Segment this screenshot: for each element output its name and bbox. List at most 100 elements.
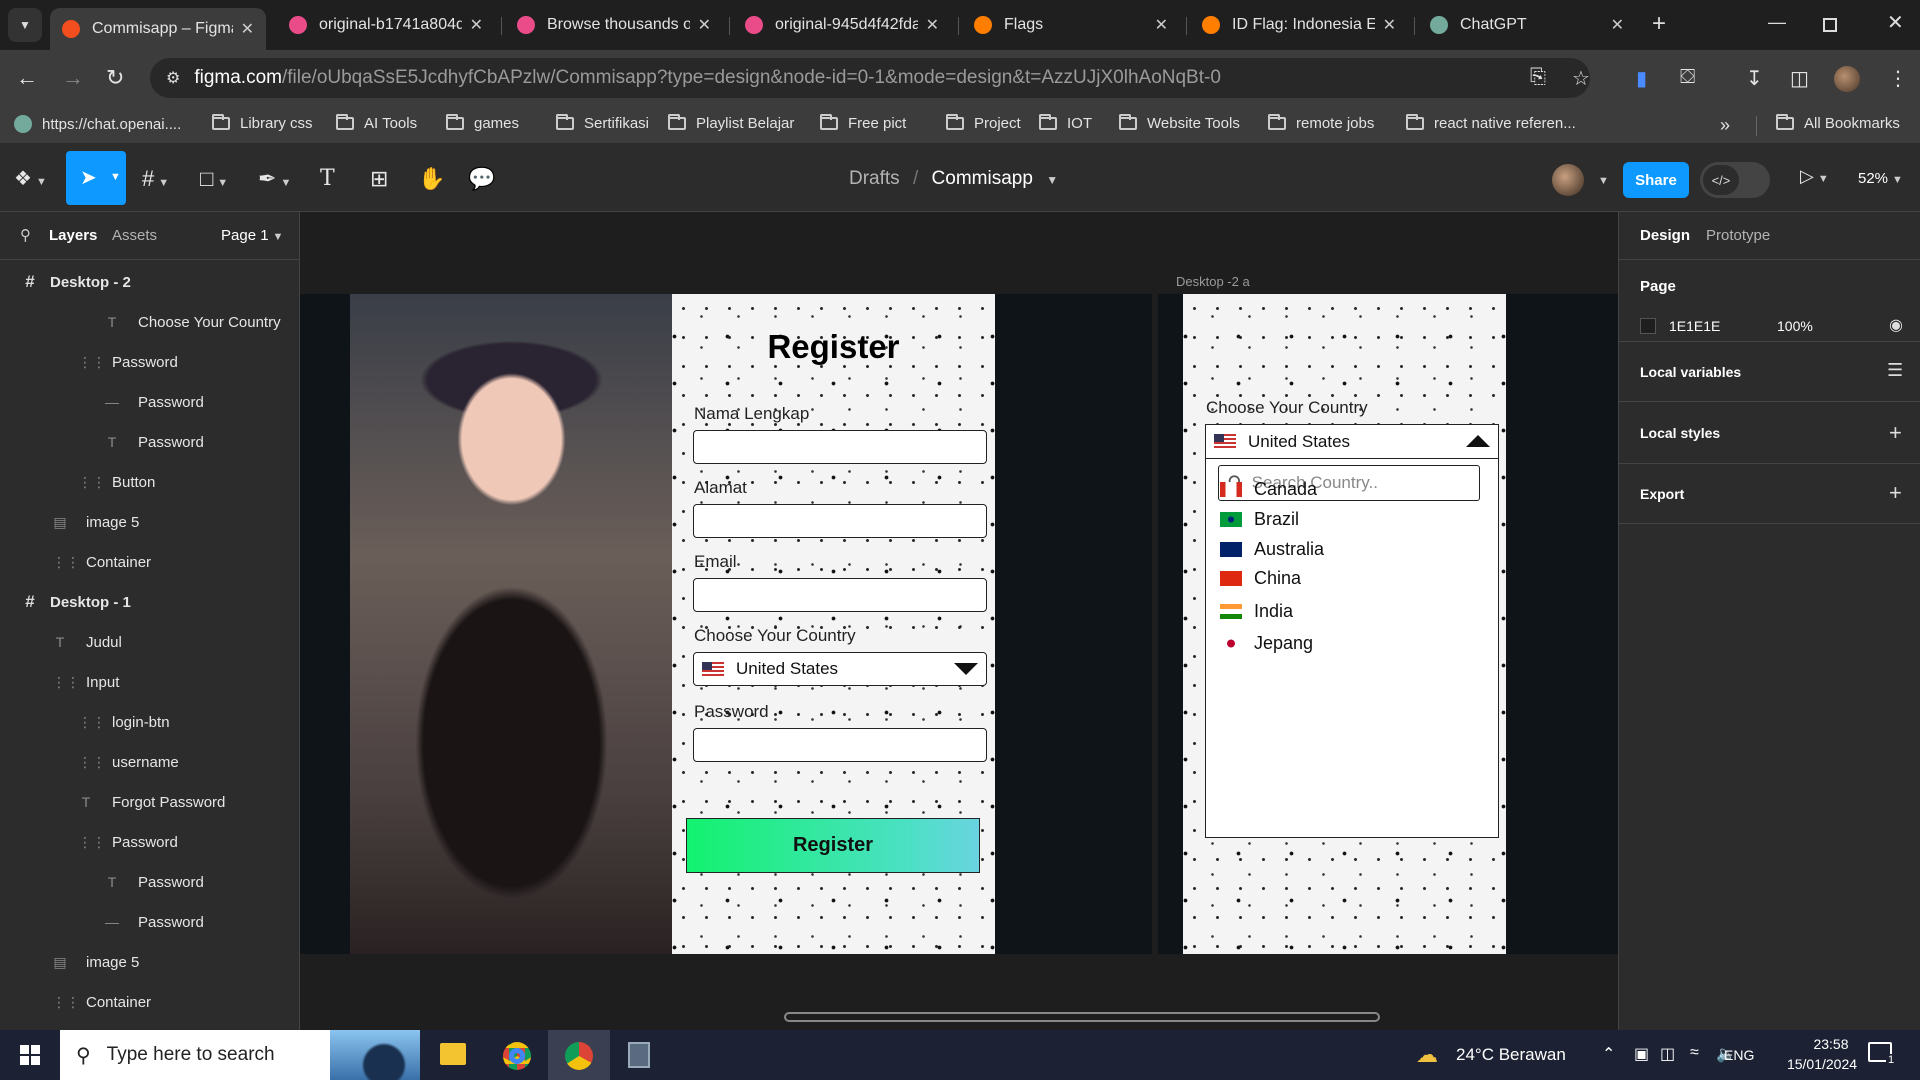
browser-tab[interactable]: Browse thousands of ✕ <box>505 8 723 42</box>
resources-icon[interactable]: ⊞ <box>370 166 388 192</box>
site-settings-icon[interactable]: ⚙ <box>166 68 180 88</box>
tab-layers[interactable]: Layers <box>49 227 97 244</box>
bookmark-item[interactable]: IOT <box>1039 114 1092 132</box>
clipboard-icon[interactable]: ⎘ <box>1530 66 1546 89</box>
layer-item[interactable]: # Desktop - 1 <box>22 582 131 622</box>
tab-search-button[interactable]: ▼ <box>8 8 42 42</box>
variables-settings-icon[interactable]: ☰ <box>1887 360 1903 381</box>
bookmark-item[interactable]: games <box>446 114 519 132</box>
bookmark-item[interactable]: Free pict <box>820 114 906 132</box>
country-option[interactable]: Australia <box>1220 539 1324 560</box>
zoom-level[interactable]: 52% ▼ <box>1858 170 1903 187</box>
page-color-hex[interactable]: 1E1E1E <box>1669 318 1720 334</box>
tab-close-icon[interactable]: ✕ <box>1155 15 1168 35</box>
layer-item[interactable]: ⋮⋮ Container <box>52 542 151 582</box>
layer-item[interactable]: T Forgot Password <box>78 782 226 822</box>
extensions-puzzle-icon[interactable]: ⛋ <box>1680 66 1695 89</box>
image-anime-character[interactable] <box>350 294 673 954</box>
layer-item[interactable]: ⋮⋮ Password <box>78 342 178 382</box>
layer-item[interactable]: ▤ image 5 <box>52 942 139 982</box>
figma-main-menu-icon[interactable]: ❖ ▼ <box>14 166 47 191</box>
clock-date[interactable]: 15/01/2024 <box>1770 1056 1874 1072</box>
side-panel-icon[interactable]: ◫ <box>1790 66 1809 91</box>
avatar-chevron-icon[interactable]: ▼ <box>1598 175 1609 187</box>
bookmark-item[interactable]: Sertifikasi <box>556 114 649 132</box>
browser-tab[interactable]: original-b1741a804d ✕ <box>277 8 495 42</box>
country-dropdown[interactable]: United States ⚲ Search Country.. CanadaB… <box>1205 424 1499 838</box>
bookmark-item[interactable]: Library css <box>212 114 313 132</box>
breadcrumb-drafts[interactable]: Drafts <box>849 168 900 189</box>
layer-item[interactable]: T Password <box>104 422 204 462</box>
tab-close-icon[interactable]: ✕ <box>926 15 939 35</box>
browser-tab[interactable]: ChatGPT ✕ <box>1418 8 1636 42</box>
close-window-icon[interactable]: ✕ <box>1887 10 1904 35</box>
language-indicator[interactable]: ENG <box>1724 1047 1754 1063</box>
all-bookmarks[interactable]: All Bookmarks <box>1776 114 1900 132</box>
browser-tab[interactable]: Flags ✕ <box>962 8 1180 42</box>
browser-tab[interactable]: original-945d4f42fda ✕ <box>733 8 951 42</box>
add-style-icon[interactable]: + <box>1889 420 1902 446</box>
user-avatar[interactable] <box>1552 164 1584 196</box>
bookmarks-overflow-icon[interactable]: » <box>1720 115 1730 136</box>
new-tab-button[interactable]: + <box>1652 10 1666 38</box>
tab-close-icon[interactable]: ✕ <box>698 15 711 35</box>
bookmark-item[interactable]: Project <box>946 114 1021 132</box>
tab-close-icon[interactable]: ✕ <box>1611 15 1624 35</box>
bookmark-item[interactable]: Playlist Belajar <box>668 114 794 132</box>
layer-item[interactable]: — Password <box>104 382 204 422</box>
chrome-icon[interactable] <box>503 1042 531 1070</box>
input-email[interactable] <box>693 578 987 612</box>
move-tool-button[interactable]: ➤ ▼ <box>66 151 126 205</box>
page-color-swatch[interactable] <box>1640 318 1656 334</box>
bookmark-item[interactable]: AI Tools <box>336 114 417 132</box>
shape-tool-icon[interactable]: □ ▼ <box>200 166 228 192</box>
layer-item[interactable]: ⋮⋮ Input <box>52 662 119 702</box>
tab-prototype[interactable]: Prototype <box>1706 227 1770 244</box>
bookmark-item[interactable]: https://chat.openai.... <box>14 115 181 133</box>
text-tool-icon[interactable]: T <box>320 166 335 191</box>
input-alamat[interactable] <box>693 504 987 538</box>
frame-tool-icon[interactable]: # ▼ <box>142 166 169 192</box>
clock-time[interactable]: 23:58 <box>1790 1036 1872 1052</box>
add-export-icon[interactable]: + <box>1889 480 1902 506</box>
tab-assets[interactable]: Assets <box>112 227 157 244</box>
country-option[interactable]: China <box>1220 568 1301 589</box>
layer-item[interactable]: T Judul <box>52 622 122 662</box>
bookmark-star-icon[interactable]: ☆ <box>1572 66 1590 91</box>
present-icon[interactable]: ▷ ▼ <box>1800 166 1829 187</box>
layer-item[interactable]: ⋮⋮ username <box>78 742 179 782</box>
download-icon[interactable]: ↧ <box>1746 66 1763 91</box>
browser-tab[interactable]: Commisapp – Figma ✕ <box>50 8 266 50</box>
eye-icon[interactable]: ◉ <box>1889 315 1903 335</box>
chrome-menu-icon[interactable]: ⋮ <box>1888 66 1908 91</box>
bookmark-item[interactable]: remote jobs <box>1268 114 1374 132</box>
layer-item[interactable]: ▤ image 5 <box>52 502 139 542</box>
chevron-down-icon[interactable]: ▼ <box>1046 173 1058 187</box>
page-selector[interactable]: Page 1 ▼ <box>221 227 283 244</box>
tab-design[interactable]: Design <box>1640 227 1690 244</box>
layer-item[interactable]: T Choose Your Country <box>104 302 281 342</box>
frame-desktop-2a[interactable]: Choose Your Country United States ⚲ Sear… <box>1183 294 1506 954</box>
pen-tool-icon[interactable]: ✒ ▼ <box>258 166 291 192</box>
select-country[interactable]: United States <box>693 652 987 686</box>
file-name[interactable]: Commisapp <box>932 168 1033 189</box>
windows-start-icon[interactable] <box>20 1045 40 1065</box>
country-option[interactable]: Canada <box>1220 479 1317 500</box>
extension-blue-icon[interactable]: ▮ <box>1636 66 1647 91</box>
register-form-container[interactable]: Register Nama Lengkap Alamat Email Choos… <box>672 294 995 954</box>
weather-text[interactable]: 24°C Berawan <box>1456 1045 1566 1065</box>
chrome-active-icon[interactable] <box>548 1030 610 1080</box>
forward-icon[interactable]: → <box>62 65 84 91</box>
url-bar[interactable]: ⚙ figma.com/file/oUbqaSsE5JcdhyfCbAPzlw/… <box>150 58 1590 98</box>
input-nama-lengkap[interactable] <box>693 430 987 464</box>
dev-mode-toggle[interactable]: </> <box>1700 162 1770 198</box>
profile-avatar[interactable] <box>1834 66 1860 92</box>
restore-icon[interactable] <box>1823 18 1837 32</box>
tray-chevron-icon[interactable]: ⌃ <box>1602 1044 1615 1064</box>
back-icon[interactable]: ← <box>16 65 38 91</box>
canvas-scrollbar[interactable] <box>784 1012 1380 1022</box>
register-button[interactable]: Register <box>686 818 980 873</box>
bookmark-item[interactable]: Website Tools <box>1119 114 1240 132</box>
minimize-icon[interactable]: — <box>1768 12 1786 33</box>
taskbar-search-box[interactable]: ⚲ Type here to search <box>60 1030 420 1080</box>
